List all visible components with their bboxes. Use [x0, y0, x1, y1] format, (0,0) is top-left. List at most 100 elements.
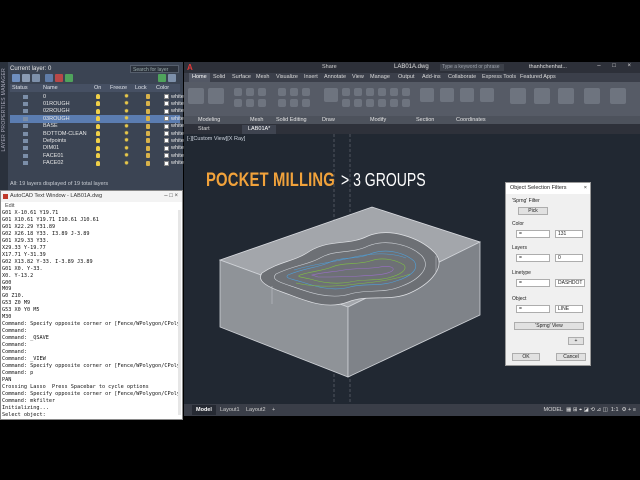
ribbon-tool-icon[interactable]	[420, 88, 434, 102]
layer-name[interactable]: 02ROUGH	[43, 108, 70, 114]
pick-button[interactable]: Pick	[518, 207, 548, 215]
ribbon-tab-collaborate[interactable]: Collaborate	[448, 74, 476, 80]
ribbon-tool-icon[interactable]	[534, 88, 550, 104]
layer-color-swatch[interactable]	[164, 116, 169, 122]
new-layer-icon[interactable]	[12, 74, 20, 82]
ribbon-panel-modeling[interactable]: Modeling	[198, 117, 220, 123]
linetype-operator-select[interactable]: =	[516, 279, 550, 287]
layer-row[interactable]: FACE01 ✹ white	[10, 152, 184, 159]
layer-freeze-sun-icon[interactable]: ✹	[124, 108, 129, 115]
ribbon-panel-section[interactable]: Section	[416, 117, 434, 123]
header-freeze[interactable]: Freeze	[110, 85, 127, 91]
layer-name[interactable]: FACE01	[43, 153, 63, 159]
layer-lock-icon[interactable]	[146, 116, 150, 122]
ribbon-tool-icon[interactable]	[324, 88, 338, 102]
ribbon-tab-express-tools[interactable]: Express Tools	[482, 74, 516, 80]
ribbon-tool-icon[interactable]	[188, 88, 204, 104]
ribbon-tab-surface[interactable]: Surface	[232, 74, 251, 80]
layer-search-input[interactable]: Search for layer	[130, 65, 179, 73]
ribbon-tool-icon[interactable]	[278, 88, 286, 96]
layer-lock-icon[interactable]	[146, 101, 150, 107]
layer-on-bulb-icon[interactable]	[96, 138, 100, 144]
layer-on-bulb-icon[interactable]	[96, 160, 100, 166]
layer-on-bulb-icon[interactable]	[96, 101, 100, 107]
help-search-input[interactable]: Type a keyword or phrase	[440, 64, 504, 71]
layer-row[interactable]: 0 ✹ white	[10, 93, 184, 100]
header-lock[interactable]: Lock	[135, 85, 147, 91]
layer-freeze-sun-icon[interactable]: ✹	[124, 152, 129, 159]
layer-color-swatch[interactable]	[164, 160, 169, 166]
layer-freeze-sun-icon[interactable]: ✹	[124, 137, 129, 144]
layer-name[interactable]: 01ROUGH	[43, 101, 70, 107]
layer-row[interactable]: FACE02 ✹ white	[10, 160, 184, 167]
layer-freeze-sun-icon[interactable]: ✹	[124, 100, 129, 107]
layer-on-bulb-icon[interactable]	[96, 94, 100, 99]
new-layer-vp-frozen-icon[interactable]	[45, 74, 53, 82]
ribbon-tool-icon[interactable]	[558, 88, 574, 104]
ribbon-tab-solid[interactable]: Solid	[213, 74, 225, 80]
layers-value-field[interactable]: 0	[555, 254, 583, 262]
layer-color-swatch[interactable]	[164, 145, 169, 151]
layer-name[interactable]: Defpoints	[43, 138, 66, 144]
ribbon-tab-insert[interactable]: Insert	[304, 74, 318, 80]
sprng-view-button[interactable]: 'Sprng' View	[514, 322, 584, 330]
ribbon-panel-draw[interactable]: Draw	[322, 117, 335, 123]
text-window-title-bar[interactable]: AutoCAD Text Window - LAB01A.dwg – □ ×	[1, 191, 182, 202]
ok-button[interactable]: OK	[512, 353, 540, 361]
layer-manager-side-bar[interactable]: LAYER PROPERTIES MANAGER	[0, 62, 8, 190]
layout-tab[interactable]: Model	[192, 405, 216, 415]
layer-lock-icon[interactable]	[146, 108, 150, 114]
linetype-value-field[interactable]: DASHDOT	[555, 279, 585, 287]
cancel-button[interactable]: Cancel	[556, 353, 586, 361]
layer-row[interactable]: DIM01 ✹ white	[10, 145, 184, 152]
object-operator-select[interactable]: =	[516, 305, 550, 313]
share-button[interactable]: Share	[322, 64, 337, 70]
window-controls[interactable]: – □ ×	[597, 63, 636, 69]
autocad-logo-icon[interactable]: A	[187, 63, 193, 72]
dialog-close-icon[interactable]: ×	[584, 183, 587, 194]
ribbon-tool-icon[interactable]	[440, 88, 454, 102]
ribbon-tool-icon[interactable]	[480, 88, 494, 102]
ribbon-tab-mesh[interactable]: Mesh	[256, 74, 269, 80]
ribbon-tab-annotate[interactable]: Annotate	[324, 74, 346, 80]
layer-on-bulb-icon[interactable]	[96, 145, 100, 151]
color-operator-select[interactable]: =	[516, 230, 550, 238]
layer-name[interactable]: DIM01	[43, 145, 59, 151]
ribbon-tool-icon[interactable]	[390, 99, 398, 107]
settings-gear-icon[interactable]	[168, 74, 176, 82]
layer-freeze-sun-icon[interactable]: ✹	[124, 123, 129, 130]
ribbon-tab-output[interactable]: Output	[398, 74, 415, 80]
color-value-field[interactable]: 131	[555, 230, 583, 238]
layout-tab[interactable]: +	[268, 405, 279, 415]
layout-tab[interactable]: Layout1	[216, 405, 244, 415]
doc-tab[interactable]: LAB01A*	[242, 125, 277, 134]
layer-name[interactable]: 03ROUGH	[43, 116, 70, 122]
ribbon-tool-icon[interactable]	[278, 99, 286, 107]
layer-on-bulb-icon[interactable]	[96, 116, 100, 122]
text-window-scrollbar[interactable]	[178, 210, 181, 415]
ribbon-tool-icon[interactable]	[378, 88, 386, 96]
ribbon-tool-icon[interactable]	[342, 88, 350, 96]
ribbon-tool-icon[interactable]	[460, 88, 474, 102]
ribbon-panel-coordinates[interactable]: Coordinates	[456, 117, 486, 123]
layer-freeze-sun-icon[interactable]: ✹	[124, 93, 129, 100]
ribbon-tool-icon[interactable]	[246, 88, 254, 96]
layer-row[interactable]: 02ROUGH ✹ white	[10, 108, 184, 115]
layer-lock-icon[interactable]	[146, 138, 150, 144]
ribbon-tool-icon[interactable]	[402, 99, 410, 107]
ribbon-panel-modify[interactable]: Modify	[370, 117, 386, 123]
doc-tab[interactable]: Start	[192, 125, 216, 134]
ribbon-tool-icon[interactable]	[354, 88, 362, 96]
layer-color-swatch[interactable]	[164, 108, 169, 114]
ribbon-tool-icon[interactable]	[302, 88, 310, 96]
text-window-edit-menu[interactable]: Edit	[5, 203, 14, 209]
ribbon-tool-icon[interactable]	[354, 99, 362, 107]
ribbon-tool-icon[interactable]	[610, 88, 626, 104]
layer-row[interactable]: 01ROUGH ✹ white	[10, 100, 184, 107]
ribbon-tool-icon[interactable]	[258, 99, 266, 107]
layer-lock-icon[interactable]	[146, 131, 150, 136]
layer-name[interactable]: BOTTOM-CLEAN	[43, 131, 87, 137]
ribbon-tool-icon[interactable]	[342, 99, 350, 107]
ribbon-tab-visualize[interactable]: Visualize	[276, 74, 298, 80]
ribbon-tool-icon[interactable]	[208, 88, 224, 104]
